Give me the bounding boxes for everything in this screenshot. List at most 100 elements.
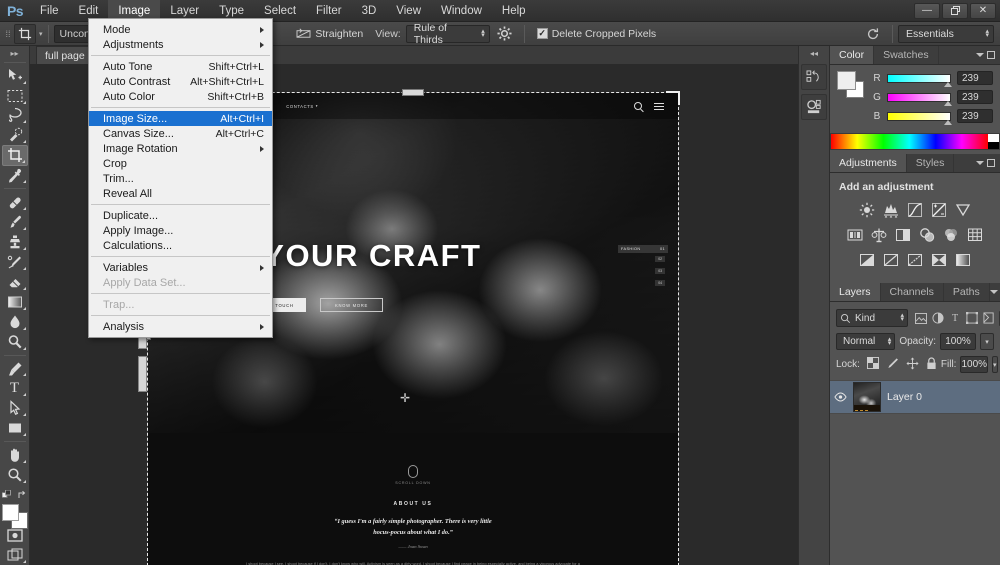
color-spectrum-ramp[interactable] [830, 133, 1000, 150]
straighten-button[interactable]: Straighten [289, 24, 370, 43]
posterize-icon[interactable] [880, 249, 902, 271]
tool-preset-caret[interactable]: ▾ [39, 30, 43, 38]
color-channel-value[interactable]: 239 [957, 109, 993, 123]
zoom-tool[interactable] [2, 465, 28, 485]
hamburger-menu-icon[interactable] [654, 102, 664, 110]
rectangular-marquee-tool[interactable] [2, 86, 28, 106]
dock-collapse-button[interactable]: ◂◂ [798, 46, 830, 60]
lasso-tool[interactable] [2, 106, 28, 126]
menu-item-image-rotation[interactable]: Image Rotation [89, 141, 272, 156]
layer-thumbnail[interactable] [853, 382, 881, 412]
crop-overlay-select[interactable]: Rule of Thirds ▴ ▾ [405, 22, 490, 46]
hue-saturation-icon[interactable] [844, 224, 866, 246]
menu-item-variables[interactable]: Variables [89, 260, 272, 275]
brush-tool[interactable] [2, 212, 28, 232]
crop-settings-button[interactable] [490, 24, 519, 43]
eraser-tool[interactable] [2, 272, 28, 292]
menu-item-mode[interactable]: Mode [89, 22, 272, 37]
quick-mask-button[interactable] [2, 525, 28, 545]
color-channel-slider[interactable] [887, 92, 952, 106]
screen-mode-button[interactable] [2, 545, 28, 565]
tab-channels[interactable]: Channels [881, 283, 944, 301]
crop-tool[interactable] [1, 145, 28, 166]
rectangle-tool[interactable] [2, 418, 28, 438]
tab-paths[interactable]: Paths [944, 283, 990, 301]
menu-item-auto-contrast[interactable]: Auto Contrast Alt+Shift+Ctrl+L [89, 74, 272, 89]
image-menu-dropdown[interactable]: Mode Adjustments Auto Tone Shift+Ctrl+L Auto… [88, 18, 273, 338]
toolbar-collapse-button[interactable]: ▸▸ [0, 48, 30, 59]
minimize-button[interactable]: — [914, 2, 940, 19]
tab-layers[interactable]: Layers [830, 283, 881, 301]
color-panel-foreground[interactable] [837, 71, 856, 90]
blend-spinner[interactable]: ▴ ▾ [888, 336, 892, 347]
lock-all-icon[interactable] [926, 356, 937, 373]
pen-tool[interactable] [2, 359, 28, 379]
filter-spinner[interactable]: ▴ ▾ [900, 312, 904, 323]
lock-image-pixels-icon[interactable] [886, 357, 899, 372]
menu-item-calculations[interactable]: Calculations... [89, 238, 272, 253]
menu-item-duplicate[interactable]: Duplicate... [89, 208, 272, 223]
menu-help[interactable]: Help [492, 0, 536, 22]
layers-panel-menu-button[interactable] [989, 283, 1000, 301]
lock-position-icon[interactable] [906, 356, 919, 373]
quick-selection-tool[interactable] [2, 125, 28, 145]
filter-shape-icon[interactable] [965, 311, 979, 326]
slider-thumb[interactable] [943, 81, 952, 87]
tab-styles[interactable]: Styles [907, 154, 955, 172]
menu-filter[interactable]: Filter [306, 0, 352, 22]
blend-mode-select[interactable]: Normal ▴ ▾ [836, 333, 896, 350]
layer-filter-kind-select[interactable]: Kind ▴ ▾ [836, 309, 908, 327]
tab-swatches[interactable]: Swatches [874, 46, 939, 64]
color-channel-value[interactable]: 239 [957, 71, 993, 85]
fill-value[interactable]: 100% [960, 356, 989, 373]
spectrum-bar[interactable] [831, 134, 988, 149]
menu-item-canvas-size[interactable]: Canvas Size... Alt+Ctrl+C [89, 126, 272, 141]
clone-stamp-tool[interactable] [2, 232, 28, 252]
tab-color[interactable]: Color [830, 46, 875, 64]
properties-panel-group[interactable] [801, 94, 827, 120]
swap-colors-icon[interactable] [18, 490, 28, 500]
color-panel-swatches[interactable] [837, 71, 865, 99]
menu-item-image-size[interactable]: Image Size... Alt+Ctrl+I [89, 111, 272, 126]
path-selection-tool[interactable] [2, 398, 28, 418]
eyedropper-tool[interactable] [2, 166, 28, 186]
layer-visibility-toggle[interactable] [834, 392, 847, 402]
lock-transparent-pixels-icon[interactable] [866, 357, 879, 372]
filter-smart-icon[interactable] [982, 311, 996, 326]
menu-view[interactable]: View [386, 0, 431, 22]
fill-dropdown-arrow[interactable]: ▾ [992, 356, 998, 373]
slider-thumb[interactable] [943, 100, 952, 106]
tab-adjustments[interactable]: Adjustments [830, 154, 907, 172]
gradient-map-icon[interactable] [952, 249, 974, 271]
opacity-dropdown-arrow[interactable]: ▾ [980, 333, 994, 350]
threshold-icon[interactable] [904, 249, 926, 271]
foreground-color-swatch[interactable] [1, 503, 19, 521]
brightness-contrast-icon[interactable] [856, 199, 878, 221]
history-brush-tool[interactable] [2, 252, 28, 272]
delete-cropped-pixels-checkbox[interactable]: ✓ Delete Cropped Pixels [530, 24, 663, 43]
menu-item-auto-tone[interactable]: Auto Tone Shift+Ctrl+L [89, 59, 272, 74]
color-swatches[interactable] [1, 503, 29, 529]
options-bar-grip[interactable]: ⁞⁞ [2, 29, 14, 39]
opacity-value[interactable]: 100% [940, 333, 976, 350]
photo-filter-icon[interactable] [916, 224, 938, 246]
filter-adjustment-icon[interactable] [931, 311, 945, 326]
menu-3d[interactable]: 3D [352, 0, 387, 22]
dodge-tool[interactable] [2, 332, 28, 352]
adjustments-panel-menu-button[interactable] [976, 154, 1000, 172]
black-white-icon[interactable] [892, 224, 914, 246]
side-index-row[interactable]: 02 [618, 253, 668, 265]
menu-file[interactable]: File [30, 0, 69, 22]
layer-name[interactable]: Layer 0 [887, 391, 922, 403]
site-nav-link[interactable]: CONTACTS ▾ [286, 104, 318, 109]
gradient-tool[interactable] [2, 292, 28, 312]
hero-cta-button[interactable]: KNOW MORE [320, 298, 383, 312]
invert-icon[interactable] [856, 249, 878, 271]
color-channel-slider[interactable] [887, 111, 952, 125]
selective-color-icon[interactable] [928, 249, 950, 271]
menu-item-trim[interactable]: Trim... [89, 171, 272, 186]
properties-panel-icon[interactable] [804, 98, 824, 116]
restore-button[interactable] [942, 2, 968, 19]
menu-item-analysis[interactable]: Analysis [89, 319, 272, 334]
spot-healing-brush-tool[interactable] [2, 192, 28, 212]
